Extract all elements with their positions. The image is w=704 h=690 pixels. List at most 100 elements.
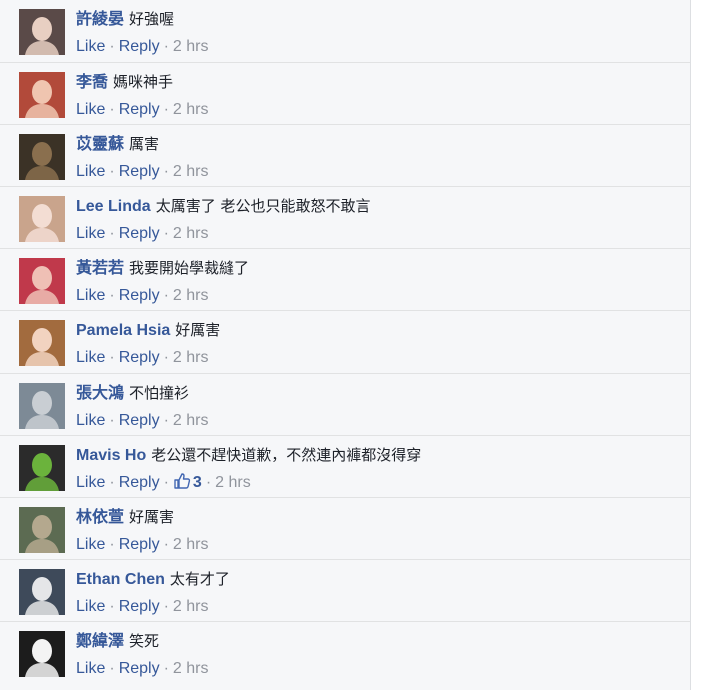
like-link[interactable]: Like bbox=[76, 598, 105, 615]
like-link[interactable]: Like bbox=[76, 38, 105, 55]
like-link[interactable]: Like bbox=[76, 287, 105, 304]
comment-author[interactable]: 鄭緯澤 bbox=[76, 633, 124, 650]
comment-item: 許綾晏 好強喔 Like · Reply · 2 hrs bbox=[0, 0, 690, 62]
separator: · bbox=[163, 101, 169, 118]
avatar-image bbox=[19, 320, 65, 366]
like-link[interactable]: Like bbox=[76, 474, 105, 491]
avatar-image bbox=[19, 569, 65, 615]
comment-timestamp[interactable]: 2 hrs bbox=[215, 474, 251, 491]
like-link[interactable]: Like bbox=[76, 225, 105, 242]
like-link[interactable]: Like bbox=[76, 349, 105, 366]
separator: · bbox=[109, 225, 115, 242]
avatar[interactable] bbox=[19, 383, 65, 429]
comment-timestamp[interactable]: 2 hrs bbox=[173, 536, 209, 553]
separator: · bbox=[109, 660, 115, 677]
comment-item: Ethan Chen 太有才了 Like · Reply · 2 hrs bbox=[0, 559, 690, 622]
separator: · bbox=[109, 163, 115, 180]
like-link[interactable]: Like bbox=[76, 101, 105, 118]
comment-author[interactable]: 許綾晏 bbox=[76, 11, 124, 28]
avatar-image bbox=[19, 507, 65, 553]
reply-link[interactable]: Reply bbox=[119, 660, 160, 677]
separator: · bbox=[163, 536, 169, 553]
comment-actions: Like · Reply · 2 hrs bbox=[76, 534, 209, 556]
like-link[interactable]: Like bbox=[76, 412, 105, 429]
avatar[interactable] bbox=[19, 134, 65, 180]
comment-body: 鄭緯澤 笑死 bbox=[76, 629, 159, 654]
reply-link[interactable]: Reply bbox=[119, 536, 160, 553]
avatar[interactable] bbox=[19, 569, 65, 615]
like-link[interactable]: Like bbox=[76, 163, 105, 180]
comment-body: 黃若若 我要開始學裁縫了 bbox=[76, 256, 249, 281]
comment-actions: Like · Reply · 2 hrs bbox=[76, 285, 209, 307]
comment-text: 媽咪神手 bbox=[113, 73, 174, 91]
comment-author[interactable]: 苡靈蘇 bbox=[76, 136, 124, 153]
avatar-image bbox=[19, 196, 65, 242]
comment-author[interactable]: 黃若若 bbox=[76, 260, 124, 277]
reply-link[interactable]: Reply bbox=[119, 38, 160, 55]
comment-timestamp[interactable]: 2 hrs bbox=[173, 349, 209, 366]
reply-link[interactable]: Reply bbox=[119, 474, 160, 491]
comment-timestamp[interactable]: 2 hrs bbox=[173, 225, 209, 242]
comment-body: Lee Linda 太厲害了 老公也只能敢怒不敢言 bbox=[76, 194, 370, 219]
like-link[interactable]: Like bbox=[76, 660, 105, 677]
comment-text: 我要開始學裁縫了 bbox=[129, 259, 250, 277]
separator: · bbox=[109, 38, 115, 55]
comment-actions: Like · Reply · 2 hrs bbox=[76, 99, 209, 121]
comment-author[interactable]: 林依萱 bbox=[76, 509, 124, 526]
comment-timestamp[interactable]: 2 hrs bbox=[173, 163, 209, 180]
reply-link[interactable]: Reply bbox=[119, 101, 160, 118]
comment-timestamp[interactable]: 2 hrs bbox=[173, 101, 209, 118]
comment-text: 好強喔 bbox=[129, 10, 175, 28]
reply-link[interactable]: Reply bbox=[119, 163, 160, 180]
comment-timestamp[interactable]: 2 hrs bbox=[173, 598, 209, 615]
comment-timestamp[interactable]: 2 hrs bbox=[173, 412, 209, 429]
comment-actions: Like · Reply · 2 hrs bbox=[76, 161, 209, 183]
separator: · bbox=[205, 474, 212, 491]
reply-link[interactable]: Reply bbox=[119, 225, 160, 242]
separator: · bbox=[109, 349, 115, 366]
avatar[interactable] bbox=[19, 258, 65, 304]
like-link[interactable]: Like bbox=[76, 536, 105, 553]
avatar[interactable] bbox=[19, 445, 65, 491]
comment-author[interactable]: Pamela Hsia bbox=[76, 322, 170, 339]
comment-body: 李喬 媽咪神手 bbox=[76, 70, 173, 95]
comment-body: 許綾晏 好強喔 bbox=[76, 7, 174, 32]
reply-link[interactable]: Reply bbox=[119, 598, 160, 615]
separator: · bbox=[109, 412, 115, 429]
comment-timestamp[interactable]: 2 hrs bbox=[173, 38, 209, 55]
separator: · bbox=[109, 598, 115, 615]
avatar[interactable] bbox=[19, 72, 65, 118]
comment-author[interactable]: 張大鴻 bbox=[76, 385, 124, 402]
separator: · bbox=[109, 474, 115, 491]
comment-author[interactable]: 李喬 bbox=[76, 74, 108, 91]
avatar-image bbox=[19, 445, 65, 491]
comment-body: Pamela Hsia 好厲害 bbox=[76, 318, 220, 343]
comment-text: 不怕撞衫 bbox=[129, 384, 190, 402]
comment-timestamp[interactable]: 2 hrs bbox=[173, 660, 209, 677]
avatar[interactable] bbox=[19, 507, 65, 553]
reply-link[interactable]: Reply bbox=[119, 412, 160, 429]
avatar-image bbox=[19, 258, 65, 304]
separator: · bbox=[109, 287, 115, 304]
avatar-image bbox=[19, 383, 65, 429]
avatar[interactable] bbox=[19, 9, 65, 55]
separator: · bbox=[163, 225, 169, 242]
reply-link[interactable]: Reply bbox=[119, 349, 160, 366]
avatar-image bbox=[19, 9, 65, 55]
comment-body: 林依萱 好厲害 bbox=[76, 505, 174, 530]
comment-item: 鄭緯澤 笑死 Like · Reply · 2 hrs bbox=[0, 621, 690, 684]
comment-author[interactable]: Ethan Chen bbox=[76, 571, 165, 588]
avatar[interactable] bbox=[19, 196, 65, 242]
reply-link[interactable]: Reply bbox=[119, 287, 160, 304]
avatar[interactable] bbox=[19, 320, 65, 366]
like-count-value: 3 bbox=[192, 474, 202, 491]
comment-item: 張大鴻 不怕撞衫 Like · Reply · 2 hrs bbox=[0, 373, 690, 436]
separator: · bbox=[163, 474, 169, 491]
comment-actions: Like · Reply · 2 hrs bbox=[76, 410, 209, 432]
comment-author[interactable]: Mavis Ho bbox=[76, 447, 146, 464]
comment-author[interactable]: Lee Linda bbox=[76, 198, 151, 215]
avatar[interactable] bbox=[19, 631, 65, 677]
comment-timestamp[interactable]: 2 hrs bbox=[173, 287, 209, 304]
like-count[interactable]: 3 bbox=[173, 473, 202, 491]
comment-text: 太有才了 bbox=[169, 570, 230, 588]
